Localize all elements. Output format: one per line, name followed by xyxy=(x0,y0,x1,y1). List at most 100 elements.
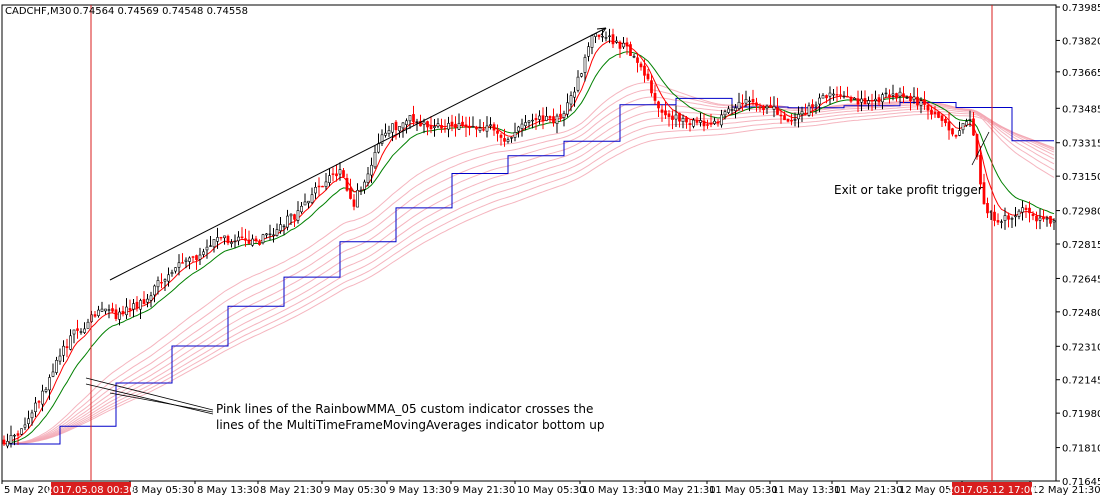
candle-body xyxy=(968,119,972,121)
y-tick-label: 0.73985 xyxy=(1062,3,1100,14)
candle-body xyxy=(856,98,860,105)
candle-body xyxy=(1049,215,1052,224)
candle-body xyxy=(401,122,405,129)
candle-body xyxy=(356,190,359,208)
candle-body xyxy=(384,132,387,136)
annotation-text-line: Exit or take profit trigger xyxy=(834,183,983,197)
candle-body xyxy=(898,91,902,97)
candle-body xyxy=(688,123,692,125)
candle-body xyxy=(986,203,989,214)
candle-body xyxy=(314,187,317,194)
candle-body xyxy=(727,108,730,113)
candle-body xyxy=(916,96,919,106)
candle-body xyxy=(153,285,156,296)
candle-body xyxy=(807,105,811,116)
candle-body xyxy=(622,42,625,48)
candle-body xyxy=(342,170,345,177)
candle-body xyxy=(657,101,660,109)
candle-body xyxy=(23,424,27,428)
candle-body xyxy=(300,205,303,213)
candle-body xyxy=(58,355,62,362)
candle-body xyxy=(531,119,534,122)
candle-body xyxy=(790,120,793,122)
candle-body xyxy=(6,441,9,447)
candle-body xyxy=(195,255,198,261)
candle-body xyxy=(303,201,307,206)
candle-body xyxy=(440,125,443,129)
candle-body xyxy=(86,321,90,329)
y-tick-label: 0.72815 xyxy=(1062,240,1100,251)
candle-body xyxy=(681,118,685,123)
candle-body xyxy=(352,199,356,207)
candle-body xyxy=(167,274,170,282)
candle-body xyxy=(83,328,86,333)
candle-body xyxy=(905,97,909,99)
candle-body xyxy=(450,121,454,127)
candle-body xyxy=(223,235,226,239)
candle-body xyxy=(692,119,695,127)
candle-body xyxy=(895,93,898,99)
candle-body xyxy=(426,121,429,128)
candle-body xyxy=(615,40,618,43)
candle-body xyxy=(471,125,475,128)
candle-body xyxy=(142,299,146,305)
candle-body xyxy=(265,233,268,236)
candle-body xyxy=(961,123,965,131)
candle-body xyxy=(496,130,499,134)
candle-body xyxy=(335,173,338,177)
candle-body xyxy=(604,37,608,39)
candle-body xyxy=(1045,217,1049,220)
candle-body xyxy=(163,279,167,282)
candle-body xyxy=(748,100,751,103)
candle-body xyxy=(569,95,573,105)
candle-body xyxy=(219,236,223,239)
candle-body xyxy=(359,189,363,192)
candle-body xyxy=(121,311,125,315)
candle-body xyxy=(1024,207,1028,210)
candle-body xyxy=(244,238,247,241)
candle-body xyxy=(538,115,541,120)
y-tick-label: 0.72480 xyxy=(1062,308,1100,319)
x-tick-label: 9 May 21:30 xyxy=(453,485,515,496)
candle-body xyxy=(821,95,825,99)
candle-body xyxy=(923,99,926,105)
candle-body xyxy=(804,112,807,115)
candle-body xyxy=(909,95,912,102)
candle-body xyxy=(1021,207,1024,213)
candle-body xyxy=(345,177,349,191)
y-tick-label: 0.71980 xyxy=(1062,409,1100,420)
candle-body xyxy=(233,240,237,243)
candle-body xyxy=(769,105,772,108)
x-tick-label: 10 May 05:30 xyxy=(517,485,586,496)
candle-body xyxy=(758,106,762,109)
candle-body xyxy=(1010,218,1014,220)
candle-body xyxy=(828,92,832,97)
candle-body xyxy=(254,238,258,242)
candle-body xyxy=(611,34,615,45)
candle-body xyxy=(415,121,419,123)
candle-body xyxy=(447,123,450,130)
candle-body xyxy=(310,194,314,203)
candle-body xyxy=(1038,217,1042,221)
candle-body xyxy=(104,308,107,312)
candle-body xyxy=(513,132,517,138)
candle-body xyxy=(580,73,583,77)
candle-body xyxy=(209,245,212,247)
candle-body xyxy=(328,175,331,183)
candle-body xyxy=(202,251,205,255)
candle-body xyxy=(685,117,688,123)
candle-body xyxy=(695,119,699,123)
candle-body xyxy=(884,92,888,95)
candle-body xyxy=(128,308,132,311)
candle-body xyxy=(268,233,272,236)
candle-body xyxy=(786,118,790,122)
candle-body xyxy=(275,229,279,236)
candle-body xyxy=(902,93,905,98)
candle-body xyxy=(293,214,296,220)
annotation-text-line: Pink lines of the RainbowMMA_05 custom i… xyxy=(216,402,593,416)
candle-body xyxy=(93,314,97,317)
candle-body xyxy=(870,100,874,102)
x-tick-label: 11 May 13:30 xyxy=(772,485,841,496)
candle-body xyxy=(321,185,324,188)
candle-body xyxy=(534,118,538,121)
